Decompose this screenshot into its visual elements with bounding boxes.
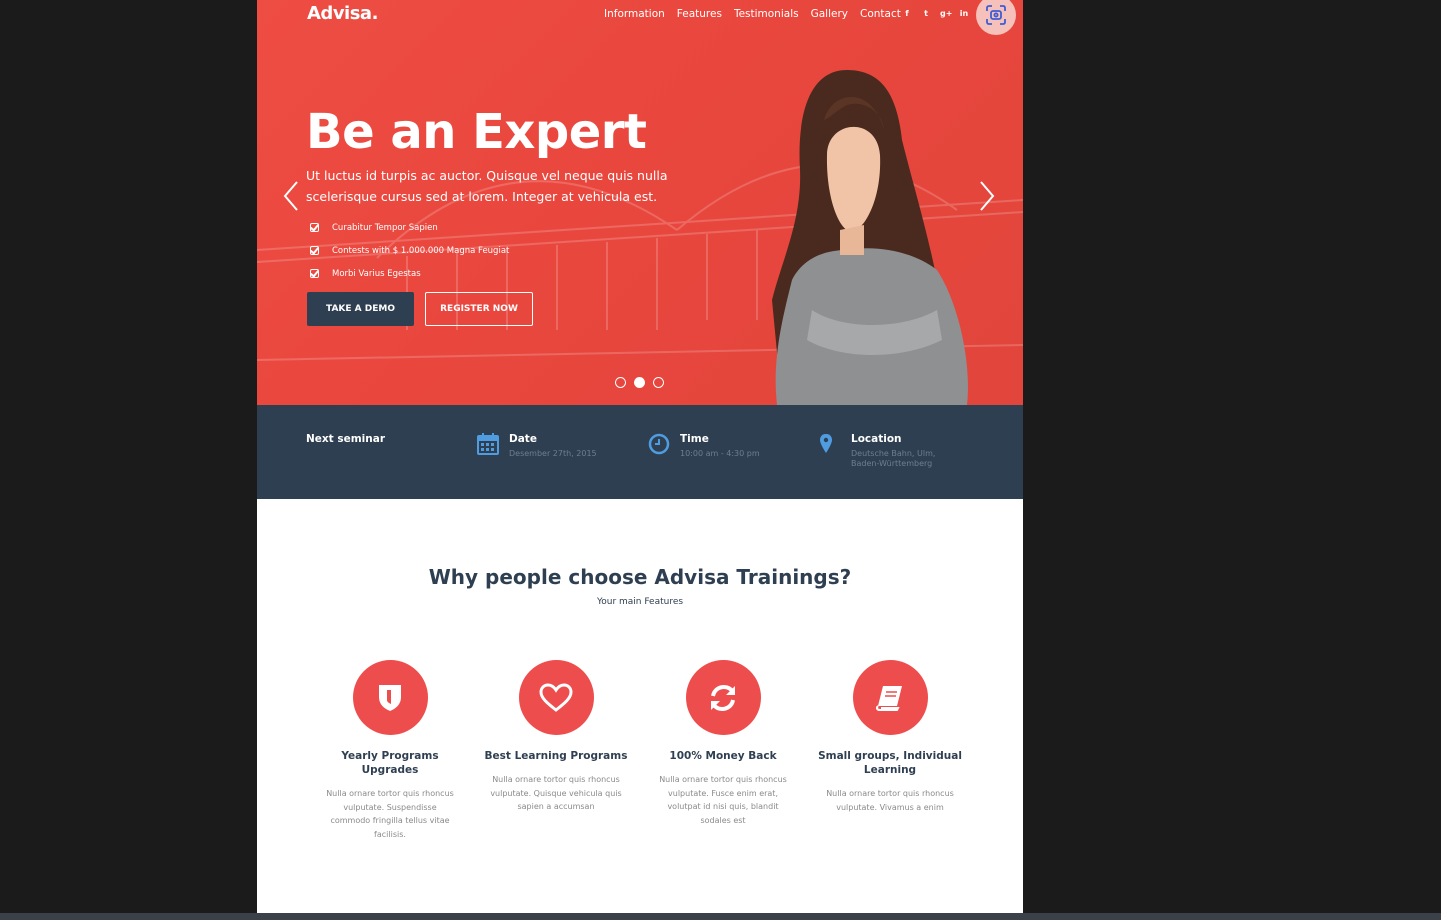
features-subheading: Your main Features <box>596 597 684 607</box>
date-value: Desember 27th, 2015 <box>509 449 597 458</box>
checklist-text: Curabitur Tempor Sapien <box>332 222 438 233</box>
chevron-right-icon[interactable] <box>977 180 997 212</box>
feature-title: Best Learning Programs <box>484 750 628 762</box>
feature-card: Yearly Programs Upgrades Nulla ornare to… <box>310 660 470 841</box>
feature-icon-circle <box>685 660 761 735</box>
take-demo-button[interactable]: TAKE A DEMO <box>307 292 414 326</box>
bottom-bar <box>0 913 1441 920</box>
google-plus-icon[interactable]: g+ <box>940 9 952 18</box>
clock-icon <box>648 433 670 455</box>
linkedin-icon[interactable]: in <box>959 9 969 18</box>
main-nav: Information Features Testimonials Galler… <box>604 8 901 20</box>
feature-card: Small groups, Individual Learning Nulla … <box>810 660 970 814</box>
twitter-icon[interactable]: t <box>921 9 931 18</box>
hero-checklist: Curabitur Tempor Sapien Contests with $ … <box>310 216 509 285</box>
feature-description: Nulla ornare tortor quis rhoncus vulputa… <box>490 775 622 811</box>
nav-gallery[interactable]: Gallery <box>811 8 848 20</box>
time-label: Time <box>680 433 709 445</box>
shield-icon <box>379 684 401 711</box>
checklist-text: Contests with $ 1.000.000 Magna Feugiat <box>332 245 510 256</box>
next-seminar-bar: Next seminar Date Desember 27th, 2015 Ti… <box>257 405 1023 499</box>
seminar-title: Next seminar <box>306 433 386 445</box>
list-item: Curabitur Tempor Sapien <box>310 216 509 239</box>
nav-testimonials[interactable]: Testimonials <box>734 8 799 20</box>
register-now-button[interactable]: REGISTER NOW <box>425 292 533 326</box>
heart-icon <box>539 682 573 712</box>
calendar-icon <box>477 433 499 455</box>
slider-dots <box>615 377 664 388</box>
hero-title: Be an Expert <box>306 104 647 160</box>
nav-information[interactable]: Information <box>604 8 665 20</box>
features-heading: Why people choose Advisa Trainings? <box>428 565 852 589</box>
time-value: 10:00 am - 4:30 pm <box>680 449 760 458</box>
feature-icon-circle <box>518 660 594 735</box>
scan-icon <box>986 5 1006 25</box>
feature-icon-circle <box>852 660 928 735</box>
feature-title: 100% Money Back <box>669 750 777 762</box>
hero-portrait-image <box>772 70 968 405</box>
book-icon <box>875 685 902 711</box>
feature-description: Nulla ornare tortor quis rhoncus vulputa… <box>826 789 954 812</box>
location-label: Location <box>851 433 902 445</box>
landing-page: Advisa. Information Features Testimonial… <box>257 0 1023 913</box>
hero-lead: Ut luctus id turpis ac auctor. Quisque v… <box>306 168 668 204</box>
feature-description: Nulla ornare tortor quis rhoncus vulputa… <box>326 789 454 839</box>
map-pin-icon <box>820 434 832 453</box>
image-viewer: Advisa. Information Features Testimonial… <box>0 0 1441 920</box>
checklist-text: Morbi Varius Egestas <box>332 268 421 279</box>
logo[interactable]: Advisa. <box>307 3 378 24</box>
slider-dot-1[interactable] <box>615 377 626 388</box>
feature-card: Best Learning Programs Nulla ornare tort… <box>476 660 636 814</box>
check-icon <box>310 223 319 232</box>
location-value: Deutsche Bahn, Ulm, Baden-Württemberg <box>851 449 936 468</box>
feature-card: 100% Money Back Nulla ornare tortor quis… <box>643 660 803 827</box>
facebook-icon[interactable]: f <box>902 9 912 18</box>
feature-icon-circle <box>352 660 428 735</box>
feature-title: Yearly Programs Upgrades <box>341 750 439 776</box>
date-label: Date <box>509 433 537 445</box>
list-item: Morbi Varius Egestas <box>310 262 509 285</box>
slider-dot-3[interactable] <box>653 377 664 388</box>
check-icon <box>310 269 319 278</box>
chevron-left-icon[interactable] <box>281 180 301 212</box>
feature-description: Nulla ornare tortor quis rhoncus vulputa… <box>659 775 787 825</box>
nav-contact[interactable]: Contact <box>860 8 901 20</box>
nav-features[interactable]: Features <box>677 8 722 20</box>
check-icon <box>310 246 319 255</box>
refresh-icon <box>711 684 735 711</box>
feature-title: Small groups, Individual Learning <box>818 750 962 776</box>
list-item: Contests with $ 1.000.000 Magna Feugiat <box>310 239 509 262</box>
slider-dot-2[interactable] <box>634 377 645 388</box>
hero-slider: Advisa. Information Features Testimonial… <box>257 0 1023 405</box>
social-links: f t g+ in <box>902 9 969 18</box>
